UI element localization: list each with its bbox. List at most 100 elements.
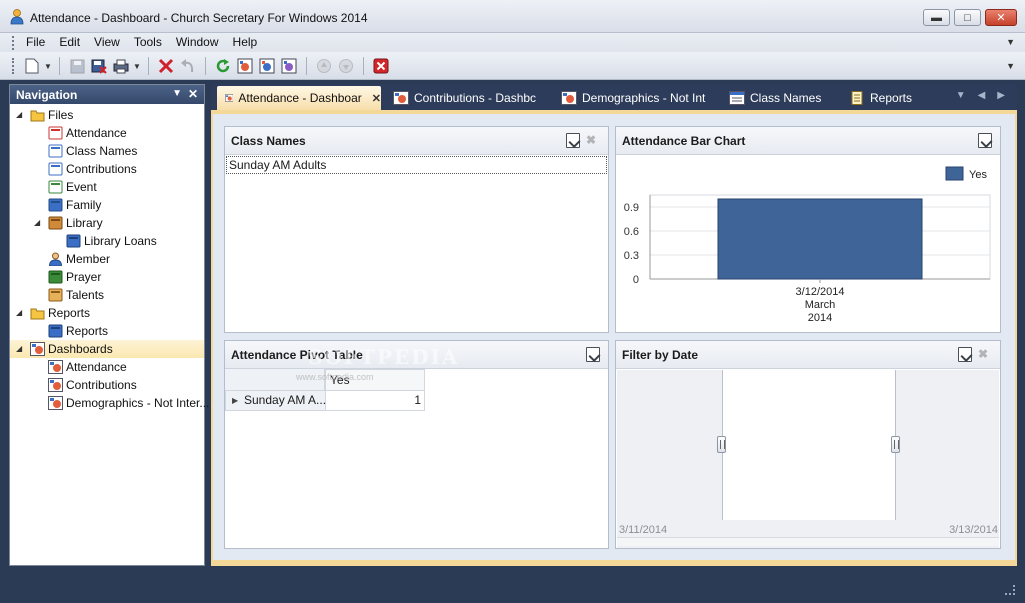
date-range-selection[interactable]: [722, 370, 896, 520]
close-window-button[interactable]: ✕: [985, 9, 1017, 26]
menu-edit[interactable]: Edit: [52, 34, 87, 50]
close-document-button[interactable]: [371, 56, 391, 76]
menu-view[interactable]: View: [87, 34, 127, 50]
menu-window[interactable]: Window: [169, 34, 226, 50]
expand-arrow-icon[interactable]: ▶: [232, 391, 238, 410]
range-start-handle[interactable]: [717, 436, 726, 453]
print-dropdown-icon[interactable]: ▼: [133, 62, 141, 71]
tab-attendance-dashboard[interactable]: Attendance - Dashboar ✕: [217, 86, 381, 110]
menu-help[interactable]: Help: [226, 34, 265, 50]
x-tick-label: 2014: [808, 312, 832, 324]
export-icon[interactable]: [958, 347, 972, 362]
maximize-button[interactable]: □: [954, 9, 981, 26]
new-dropdown-icon[interactable]: ▼: [44, 62, 52, 71]
tab-reports[interactable]: Reports: [841, 86, 912, 110]
new-document-icon: [25, 58, 39, 74]
tree-item-class-names[interactable]: Class Names: [10, 142, 204, 160]
save-close-button[interactable]: [89, 56, 109, 76]
save-button[interactable]: [67, 56, 87, 76]
tree-item-attendance[interactable]: Attendance: [10, 358, 204, 376]
tree-item-dashboards[interactable]: ◢ Dashboards: [10, 340, 204, 358]
delete-button[interactable]: [156, 56, 176, 76]
close-box-icon: [373, 58, 389, 74]
tree-item-label: Demographics - Not Inter...: [66, 396, 210, 410]
prayer-icon: [48, 270, 63, 284]
tree-item-library[interactable]: ◢ Library: [10, 214, 204, 232]
tree-item-label: Event: [66, 180, 97, 194]
pivot-row-header[interactable]: ▶ Sunday AM A...: [225, 390, 326, 411]
tab-scroll-left-icon[interactable]: ◀: [978, 90, 986, 101]
status-bar: [0, 570, 1025, 603]
range-end-handle[interactable]: [891, 436, 900, 453]
tree-item-demographics-not-inter[interactable]: Demographics - Not Inter...: [10, 394, 209, 412]
clear-filter-icon[interactable]: ✖: [586, 133, 600, 148]
date-scrollbar[interactable]: [617, 537, 999, 546]
menu-file[interactable]: File: [26, 34, 52, 50]
previous-record-button[interactable]: [314, 56, 334, 76]
softpedia-watermark: SOFTPEDIA: [308, 345, 460, 369]
export-icon[interactable]: [978, 133, 992, 148]
tree-item-prayer[interactable]: Prayer: [10, 268, 204, 286]
window-icon: [48, 162, 63, 176]
undo-button[interactable]: [178, 56, 198, 76]
tree-item-files[interactable]: ◢ Files: [10, 106, 204, 124]
tab-contributions-dashboard[interactable]: Contributions - Dashbc: [385, 86, 536, 110]
tree-item-family[interactable]: Family: [10, 196, 204, 214]
tree-item-event[interactable]: Event: [10, 178, 204, 196]
tree-item-reports[interactable]: ◢ Reports: [10, 304, 204, 322]
y-tick-label: 0.6: [624, 226, 639, 238]
clear-filter-icon[interactable]: ✖: [978, 347, 992, 362]
tab-demographics-dashboard[interactable]: Demographics - Not Int: [553, 86, 705, 110]
expand-toggle-icon[interactable]: ◢: [34, 214, 40, 232]
range-end-date: 3/13/2014: [949, 524, 998, 536]
export-icon[interactable]: [566, 133, 580, 148]
export-icon[interactable]: [586, 347, 600, 362]
person-icon: [48, 252, 63, 266]
event-icon: [48, 180, 63, 194]
softpedia-watermark-url: www.softpedia.com: [296, 372, 374, 382]
expand-toggle-icon[interactable]: ◢: [16, 106, 22, 124]
print-button[interactable]: [111, 56, 131, 76]
tree-item-attendance[interactable]: Attendance: [10, 124, 204, 142]
save-close-icon: [91, 59, 107, 74]
dashboard-button-1[interactable]: [235, 56, 255, 76]
close-tab-icon[interactable]: ✕: [372, 92, 381, 105]
close-navigation-icon[interactable]: ✕: [188, 87, 198, 101]
tree-item-member[interactable]: Member: [10, 250, 204, 268]
expand-toggle-icon[interactable]: ◢: [16, 340, 22, 358]
expand-toggle-icon[interactable]: ◢: [16, 304, 22, 322]
menu-grip[interactable]: [12, 36, 15, 50]
dashboard-button-2[interactable]: [257, 56, 277, 76]
range-start-date: 3/11/2014: [619, 524, 668, 536]
tree-item-label: Member: [66, 252, 111, 266]
list-item[interactable]: Sunday AM Adults: [226, 156, 607, 174]
minimize-button[interactable]: ▬: [923, 9, 950, 26]
house-icon: [48, 198, 63, 212]
attendance-pivot-panel: Attendance Pivot Table Yes ▶ Sunday AM A…: [224, 340, 609, 549]
tree-item-library-loans[interactable]: Library Loans: [10, 232, 204, 250]
class-names-panel: Class Names ✖ Sunday AM Adults: [224, 126, 609, 333]
tab-scroll-right-icon[interactable]: ▶: [997, 90, 1005, 101]
tree-item-label: Family: [66, 198, 102, 212]
next-record-button[interactable]: [336, 56, 356, 76]
list-icon: [48, 144, 63, 158]
tab-list-icon[interactable]: ▼: [956, 90, 966, 101]
book-icon: [66, 234, 81, 248]
pin-icon[interactable]: ▼: [172, 88, 182, 99]
new-button[interactable]: [22, 56, 42, 76]
tab-label: Reports: [870, 91, 913, 105]
tree-item-talents[interactable]: Talents: [10, 286, 204, 304]
tree-item-contributions[interactable]: Contributions: [10, 160, 204, 178]
menu-tools[interactable]: Tools: [127, 34, 169, 50]
pivot-value-cell[interactable]: 1: [325, 390, 425, 411]
resize-grip-icon[interactable]: [1005, 585, 1015, 595]
tree-item-reports[interactable]: Reports: [10, 322, 204, 340]
bar: [717, 198, 923, 280]
refresh-button[interactable]: [213, 56, 233, 76]
tab-class-names[interactable]: Class Names: [721, 86, 821, 110]
toolbar-grip[interactable]: [12, 58, 15, 74]
menu-overflow-icon[interactable]: ▼: [1006, 37, 1015, 47]
toolbar-overflow-icon[interactable]: ▼: [1006, 61, 1015, 71]
dashboard-button-3[interactable]: [279, 56, 299, 76]
tree-item-contributions[interactable]: Contributions: [10, 376, 204, 394]
